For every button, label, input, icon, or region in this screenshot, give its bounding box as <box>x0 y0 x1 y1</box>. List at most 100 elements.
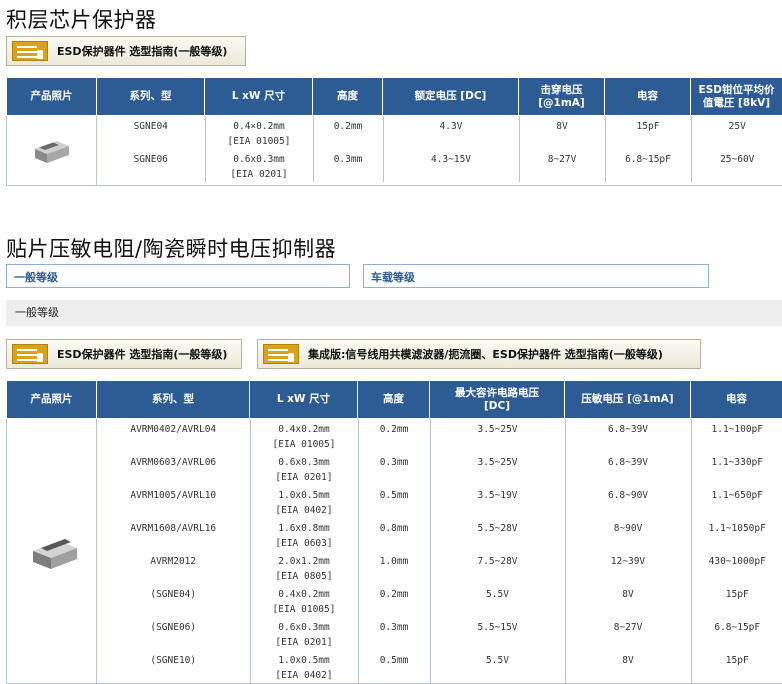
table-cell: 1.1~100pF <box>691 419 782 452</box>
esd-guide-button-2[interactable]: ESD保护器件 选型指南(一般等级) <box>6 339 242 369</box>
table-cell: 1.1~1050pF <box>691 518 782 551</box>
cell-value: 8~90V <box>566 521 691 536</box>
product-photo <box>7 419 97 684</box>
cell-value: 6.8~15pF <box>692 620 782 635</box>
table-cell: 8~27V <box>565 617 691 650</box>
cell-value: (SGNE10) <box>97 653 250 668</box>
cell-value: 1.0x0.5mm <box>251 488 358 503</box>
cell-value: 0.5mm <box>359 488 430 503</box>
cell-value: 5.5V <box>431 653 565 668</box>
cell-value: 0.6x0.3mm <box>251 455 358 470</box>
cell-value: [EIA 0402] <box>251 503 358 518</box>
table-cell: 6.8~15pF <box>605 149 691 182</box>
col-header-capacitance: 电容 <box>605 78 691 116</box>
table-cell: 8V <box>565 584 691 617</box>
table-cell: 4.3~15V <box>383 149 519 182</box>
cell-value: 15pF <box>692 653 782 668</box>
col-header-size: L xW 尺寸 <box>205 78 313 116</box>
dimension-cell: 0.6x0.3mm[EIA 0201] <box>250 617 358 650</box>
table-cell: 8~90V <box>565 518 691 551</box>
table-cell: 5.5V <box>430 650 565 683</box>
table-cell: 0.2mm <box>358 584 430 617</box>
cell-value: 12~39V <box>566 554 691 569</box>
dimension-cell: 2.0x1.2mm[EIA 0805] <box>250 551 358 584</box>
cell-value: 0.6x0.3mm <box>251 620 358 635</box>
cell-value: 1.1~100pF <box>692 422 782 437</box>
cell-value: 1.0x0.5mm <box>251 653 358 668</box>
table-cell: (SGNE10) <box>97 650 250 683</box>
col-header-height: 高度 <box>313 78 383 116</box>
cell-value: 0.3mm <box>359 620 430 635</box>
section2-title: 贴片压敏电阻/陶瓷瞬时电压抑制器 <box>6 233 336 263</box>
col-header-capacitance: 电容 <box>691 381 782 419</box>
cell-value: SGNE06 <box>97 152 205 167</box>
tab-automotive-grade[interactable]: 车载等级 <box>363 264 709 288</box>
cell-value: 0.4×0.2mm <box>206 119 313 134</box>
cell-value: [EIA 0201] <box>251 635 358 650</box>
chip-component-image <box>29 137 75 165</box>
selection-guide-icon <box>263 344 299 364</box>
col-header-series: 系列、型 <box>97 381 250 419</box>
cell-value: 8V <box>566 587 691 602</box>
table-cell: 0.2mm <box>358 419 430 452</box>
cell-value: 0.5mm <box>359 653 430 668</box>
dimension-cell: 1.0x0.5mm[EIA 0402] <box>250 485 358 518</box>
cell-value: [EIA 0201] <box>206 167 313 182</box>
table-cell: 3.5~19V <box>430 485 565 518</box>
table-cell: 0.5mm <box>358 650 430 683</box>
table-cell: SGNE06 <box>97 149 205 182</box>
integrated-filter-guide-button[interactable]: 集成版:信号线用共模滤波器/扼流圈、ESD保护器件 选型指南(一般等级) <box>257 339 701 369</box>
table-cell: 15pF <box>691 650 782 683</box>
table-cell: 5.5~15V <box>430 617 565 650</box>
table-cell: 8V <box>519 116 605 149</box>
cell-value: 8V <box>566 653 691 668</box>
table-cell: 5.5~28V <box>430 518 565 551</box>
cell-value: (SGNE06) <box>97 620 250 635</box>
esd-guide-button-1[interactable]: ESD保护器件 选型指南(一般等级) <box>6 36 246 66</box>
cell-value: 15pF <box>606 119 691 134</box>
table-cell: 15pF <box>605 116 691 149</box>
dimension-cell: 0.4×0.2mm[EIA 01005] <box>205 116 313 149</box>
cell-value: 6.8~15pF <box>606 152 691 167</box>
table-row: (SGNE06)0.6x0.3mm[EIA 0201]0.3mm5.5~15V8… <box>97 617 782 650</box>
dimension-cell: 0.4x0.2mm[EIA 01005] <box>250 584 358 617</box>
table-cell: 1.1~330pF <box>691 452 782 485</box>
table-cell: 0.3mm <box>358 452 430 485</box>
table-cell: 4.3V <box>383 116 519 149</box>
col-header-breakdown-voltage: 击穿电压 [@1mA] <box>519 78 605 116</box>
dimension-cell: 0.6x0.3mm[EIA 0201] <box>205 149 313 182</box>
cell-value: 8~27V <box>566 620 691 635</box>
cell-value: 4.3~15V <box>384 152 519 167</box>
table-cell: 6.8~39V <box>565 452 691 485</box>
cell-value: 25V <box>692 119 782 134</box>
cell-value: (SGNE04) <box>97 587 250 602</box>
table-row: AVRM0603/AVRL060.6x0.3mm[EIA 0201]0.3mm3… <box>97 452 782 485</box>
table-cell: 0.3mm <box>358 617 430 650</box>
table-cell: 6.8~39V <box>565 419 691 452</box>
table-cell: (SGNE04) <box>97 584 250 617</box>
cell-value: 0.4x0.2mm <box>251 587 358 602</box>
tab-general-grade[interactable]: 一般等级 <box>6 264 350 288</box>
cell-value: 430~1000pF <box>692 554 782 569</box>
selection-guide-icon <box>12 41 48 61</box>
table-cell: AVRM0603/AVRL06 <box>97 452 250 485</box>
col-header-max-circuit-voltage: 最大容许电路电压 [DC] <box>430 381 565 419</box>
col-header-esd-clamp: ESD钳位平均价 值電圧 [8kV] <box>691 78 782 116</box>
cell-value: [EIA 0201] <box>251 470 358 485</box>
table-cell: 8V <box>565 650 691 683</box>
table-cell: 0.3mm <box>313 149 383 182</box>
table-row: AVRM1608/AVRL161.6x0.8mm[EIA 0603]0.8mm5… <box>97 518 782 551</box>
cell-value: 5.5~28V <box>431 521 565 536</box>
cell-value: 1.0mm <box>359 554 430 569</box>
table-cell: 15pF <box>691 584 782 617</box>
col-header-height: 高度 <box>358 381 430 419</box>
table-cell: AVRM1608/AVRL16 <box>97 518 250 551</box>
cell-value: AVRM1608/AVRL16 <box>97 521 250 536</box>
cell-value: 3.5~25V <box>431 455 565 470</box>
table-cell: 0.2mm <box>313 116 383 149</box>
table-cell: 1.0mm <box>358 551 430 584</box>
chip-protector-table: 产品照片 系列、型 L xW 尺寸 高度 额定电压 [DC] 击穿电压 [@1m… <box>6 77 782 186</box>
cell-value: 3.5~25V <box>431 422 565 437</box>
selection-guide-icon <box>12 344 48 364</box>
dimension-cell: 1.6x0.8mm[EIA 0603] <box>250 518 358 551</box>
